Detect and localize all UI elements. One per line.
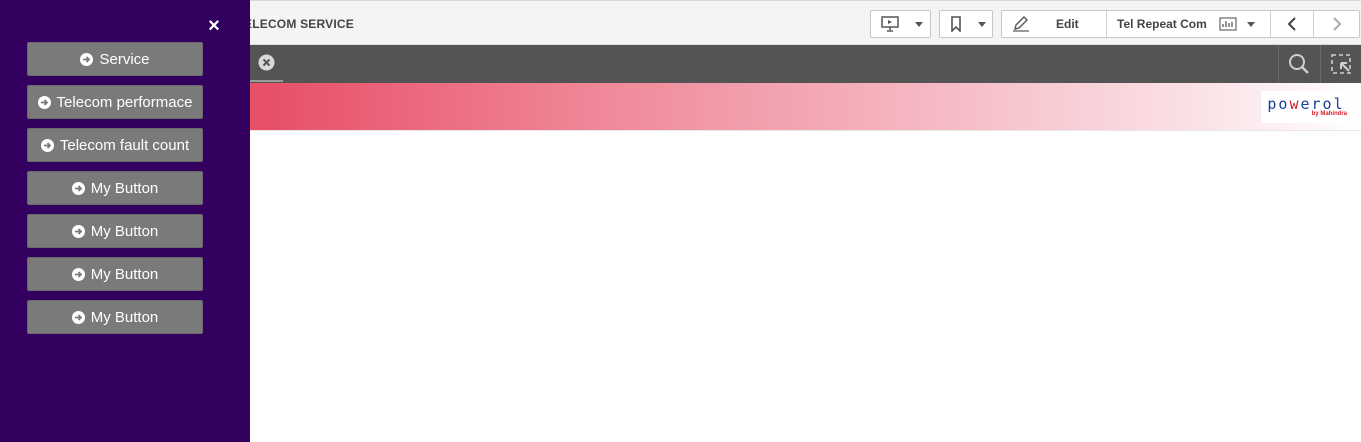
edit-button[interactable]: Edit xyxy=(1002,11,1106,37)
sheet-icon xyxy=(1219,17,1237,31)
nav-button-label: Telecom fault count xyxy=(59,136,190,154)
nav-button-my-button-1[interactable]: My Button xyxy=(27,171,203,205)
nav-button-my-button-2[interactable]: My Button xyxy=(27,214,203,248)
nav-button-telecom-fault-count[interactable]: Telecom fault count xyxy=(27,128,203,162)
presentation-icon[interactable] xyxy=(871,11,908,37)
bookmark-menu[interactable] xyxy=(939,10,993,38)
nav-button-my-button-3[interactable]: My Button xyxy=(27,257,203,291)
circle-arrow-right-icon xyxy=(71,267,85,281)
nav-button-label: Telecom performace xyxy=(56,93,193,111)
search-icon xyxy=(1288,53,1310,75)
nav-button-label: Service xyxy=(99,50,150,68)
circle-arrow-right-icon xyxy=(37,95,51,109)
sheet-selector[interactable]: Tel Repeat Com xyxy=(1106,11,1270,37)
chevron-left-icon xyxy=(1287,16,1297,32)
circle-arrow-right-icon xyxy=(71,310,85,324)
chevron-down-icon[interactable] xyxy=(972,11,992,37)
nav-button-label: My Button xyxy=(90,308,159,326)
nav-button-label: My Button xyxy=(90,179,159,197)
circle-arrow-right-icon xyxy=(40,138,54,152)
bookmark-icon[interactable] xyxy=(940,11,972,37)
nav-button-my-button-4[interactable]: My Button xyxy=(27,300,203,334)
app-title: ELECOM SERVICE xyxy=(244,17,354,31)
circle-arrow-right-icon xyxy=(71,181,85,195)
clear-circle-icon[interactable] xyxy=(258,54,275,71)
chevron-down-icon[interactable] xyxy=(1246,21,1255,27)
next-sheet-button[interactable] xyxy=(1313,11,1359,37)
circle-arrow-right-icon xyxy=(80,52,94,66)
navigation-drawer: × Service Telecom performace Telecom fau… xyxy=(0,0,250,442)
edit-sheet-group: Edit Tel Repeat Com xyxy=(1001,10,1360,38)
chevron-right-icon xyxy=(1332,16,1342,32)
close-icon[interactable]: × xyxy=(205,16,223,36)
clear-selections-tab[interactable] xyxy=(250,45,283,82)
nav-button-label: My Button xyxy=(90,222,159,240)
powerol-logo: powerol by Mahindra xyxy=(1261,91,1351,123)
edit-label: Edit xyxy=(1056,17,1079,31)
present-menu[interactable] xyxy=(870,10,931,38)
chevron-down-icon[interactable] xyxy=(908,11,930,37)
selection-tool-button[interactable] xyxy=(1320,45,1361,83)
search-button[interactable] xyxy=(1278,45,1319,83)
nav-button-telecom-performance[interactable]: Telecom performace xyxy=(27,85,203,119)
sheet-name: Tel Repeat Com xyxy=(1117,17,1207,31)
nav-button-label: My Button xyxy=(90,265,159,283)
nav-button-service[interactable]: Service xyxy=(27,42,203,76)
previous-sheet-button[interactable] xyxy=(1270,11,1313,37)
circle-arrow-right-icon xyxy=(71,224,85,238)
pencil-icon xyxy=(1012,16,1030,32)
lasso-select-icon xyxy=(1330,53,1352,75)
